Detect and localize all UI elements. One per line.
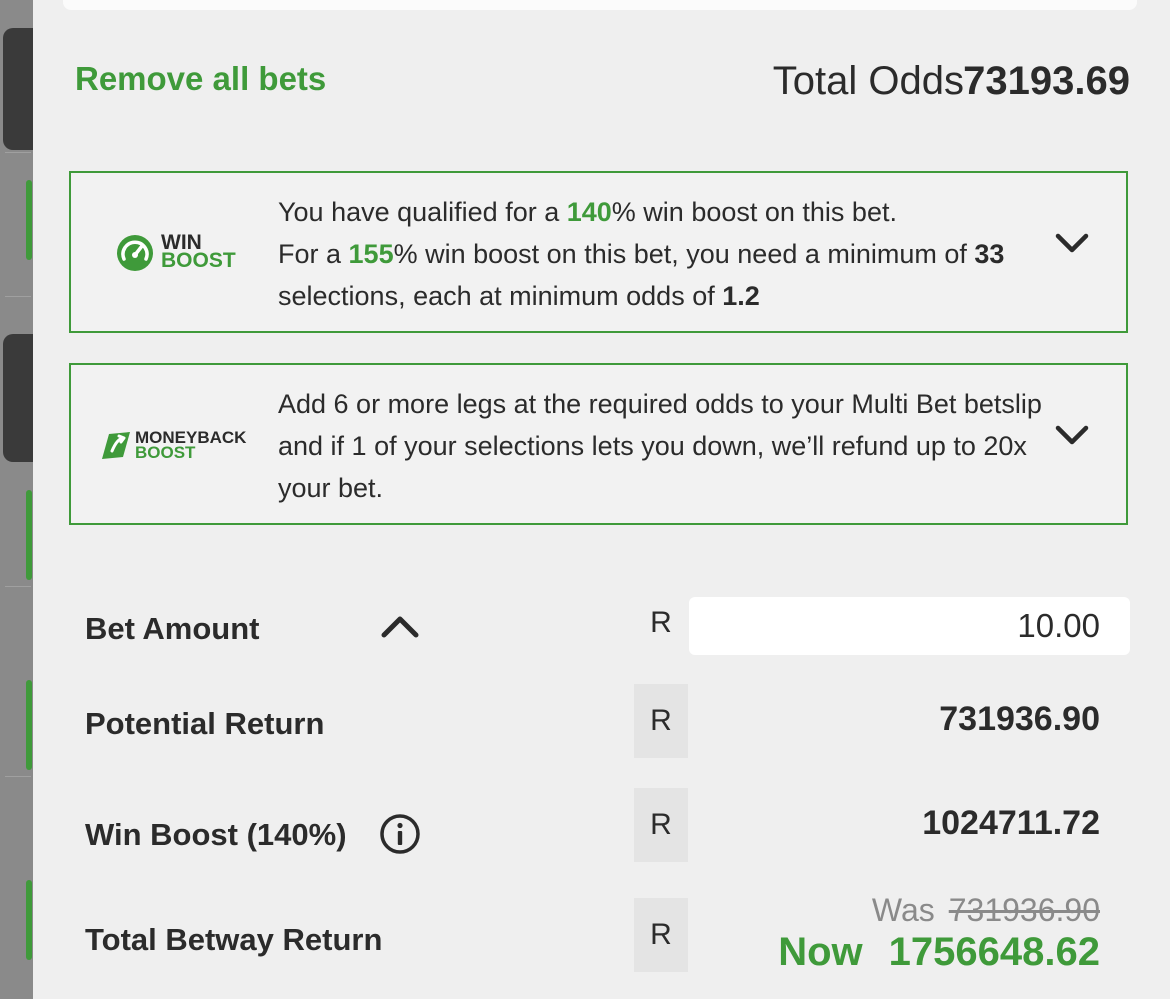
- background-green-marker: [26, 680, 32, 770]
- currency-symbol: R: [634, 684, 688, 758]
- moneyback-boost-logo: MONEYBACK BOOST: [99, 427, 259, 467]
- chevron-down-icon[interactable]: [1052, 415, 1092, 455]
- was-value: 731936.90: [948, 892, 1100, 928]
- bet-selection-card-edge: [63, 0, 1137, 10]
- chevron-down-icon[interactable]: [1052, 223, 1092, 263]
- win-boost-text: For a: [278, 239, 349, 269]
- background-divider: [5, 586, 31, 587]
- bet-amount-label: Bet Amount: [85, 611, 260, 646]
- background-divider: [5, 296, 31, 297]
- win-boost-message: You have qualified for a 140% win boost …: [278, 191, 1068, 317]
- moneyback-message: Add 6 or more legs at the required odds …: [278, 389, 1042, 503]
- win-boost-logo: WIN BOOST: [115, 231, 245, 275]
- next-boost-percent: 155: [348, 239, 394, 269]
- currency-symbol: R: [650, 606, 672, 639]
- total-return-label: Total Betway Return: [85, 922, 383, 957]
- win-boost-text: You have qualified for a: [278, 197, 567, 227]
- win-boost-logo-text-bottom: BOOST: [161, 249, 236, 272]
- total-odds-value: 73193.69: [963, 59, 1130, 103]
- was-return: Was 731936.90: [872, 892, 1100, 929]
- min-selections: 33: [974, 239, 1005, 269]
- now-value: 1756648.62: [888, 930, 1100, 974]
- info-icon[interactable]: [379, 813, 421, 855]
- potential-return-value: 731936.90: [939, 700, 1100, 738]
- background-green-marker: [26, 180, 32, 260]
- background-divider: [5, 152, 31, 153]
- win-boost-logo-icon: [117, 235, 153, 271]
- betslip-panel: Remove all bets Total Odds 73193.69 WIN …: [33, 0, 1170, 999]
- moneyback-logo-text-bottom: BOOST: [135, 443, 196, 462]
- background-divider: [5, 776, 31, 777]
- currency-symbol: R: [634, 898, 688, 972]
- now-label: Now: [778, 930, 863, 974]
- win-boost-text: % win boost on this bet.: [611, 197, 897, 227]
- was-label: Was: [871, 892, 935, 928]
- moneyback-boost-logo-icon: [102, 432, 130, 459]
- current-boost-percent: 140: [566, 197, 612, 227]
- total-odds-label: Total Odds: [772, 59, 964, 103]
- min-odds: 1.2: [722, 281, 760, 311]
- background-green-marker: [26, 490, 32, 580]
- currency-symbol: R: [634, 788, 688, 862]
- moneyback-boost-banner[interactable]: MONEYBACK BOOST Add 6 or more legs at th…: [69, 363, 1128, 525]
- chevron-up-icon[interactable]: [379, 609, 421, 643]
- background-green-marker: [26, 880, 32, 960]
- potential-return-label: Potential Return: [85, 706, 325, 741]
- remove-all-bets-link[interactable]: Remove all bets: [75, 60, 326, 98]
- win-boost-text: selections, each at minimum odds of: [278, 281, 723, 311]
- win-boost-label: Win Boost (140%): [85, 817, 347, 852]
- bet-amount-input[interactable]: [689, 597, 1130, 655]
- win-boost-text: % win boost on this bet, you need a mini…: [393, 239, 975, 269]
- win-boost-banner[interactable]: WIN BOOST You have qualified for a 140% …: [69, 171, 1128, 333]
- now-return: Now 1756648.62: [778, 930, 1100, 975]
- win-boost-value: 1024711.72: [922, 804, 1100, 842]
